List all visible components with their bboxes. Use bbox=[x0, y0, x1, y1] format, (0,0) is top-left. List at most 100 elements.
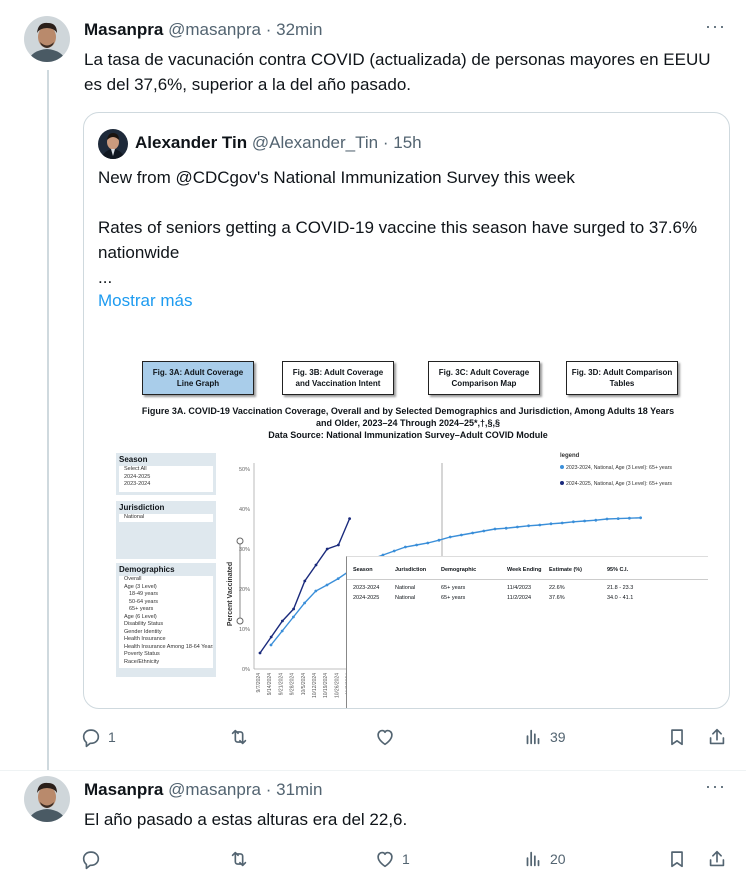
y-tick-label: 30% bbox=[239, 547, 250, 553]
avatar[interactable] bbox=[24, 776, 70, 822]
quoted-timestamp[interactable]: 15h bbox=[393, 133, 421, 152]
quoted-author-handle[interactable]: @Alexander_Tin bbox=[252, 133, 378, 152]
reply-button[interactable] bbox=[80, 844, 108, 874]
data-point bbox=[325, 547, 329, 551]
more-options-icon[interactable]: ··· bbox=[705, 16, 726, 37]
y-tick-label: 0% bbox=[242, 667, 250, 673]
data-point bbox=[314, 589, 318, 593]
tweet-text: El año pasado a estas alturas era del 22… bbox=[84, 810, 408, 829]
data-point bbox=[392, 549, 396, 553]
views-button[interactable]: 20 bbox=[522, 844, 566, 874]
series-line bbox=[259, 518, 351, 654]
views-button[interactable]: 39 bbox=[522, 722, 566, 752]
analytics-icon bbox=[526, 851, 540, 867]
quoted-header: Alexander Tin @Alexander_Tin · 15h bbox=[135, 133, 422, 153]
season-option: Select All bbox=[124, 466, 147, 472]
data-point bbox=[639, 516, 642, 520]
data-point bbox=[337, 543, 340, 547]
data-point bbox=[583, 519, 586, 523]
author-name[interactable]: Masanpra bbox=[84, 780, 163, 799]
x-tick-label: 9/14/2024 bbox=[267, 673, 273, 695]
data-point bbox=[281, 619, 284, 623]
timestamp[interactable]: 32min bbox=[276, 20, 322, 39]
data-point bbox=[516, 525, 519, 529]
data-point bbox=[404, 545, 407, 549]
separator-dot: · bbox=[265, 20, 272, 39]
legend-title: legend bbox=[560, 453, 580, 459]
bookmark-icon bbox=[671, 729, 683, 746]
y-tick-label: 20% bbox=[239, 587, 250, 593]
retweet-icon bbox=[231, 851, 247, 867]
heart-icon bbox=[377, 729, 393, 746]
data-point bbox=[269, 643, 273, 647]
jurisdiction-filter: Jurisdiction National bbox=[116, 501, 216, 559]
author-name[interactable]: Masanpra bbox=[84, 20, 163, 39]
retweet-icon bbox=[231, 729, 247, 745]
like-count: 1 bbox=[402, 851, 410, 867]
data-point bbox=[482, 529, 486, 533]
data-point bbox=[415, 543, 418, 547]
data-point bbox=[437, 538, 441, 542]
retweet-button[interactable] bbox=[228, 722, 256, 752]
data-point bbox=[258, 651, 262, 655]
data-point bbox=[292, 607, 295, 611]
data-point bbox=[325, 583, 329, 587]
tweet-header: Masanpra @masanpra · 31min bbox=[84, 780, 322, 800]
data-point bbox=[572, 520, 575, 524]
separator-dot: · bbox=[265, 780, 272, 799]
data-point bbox=[348, 517, 351, 520]
retweet-button[interactable] bbox=[228, 844, 256, 874]
tweet-actions: 1 20 bbox=[70, 844, 740, 874]
x-tick-label: 10/5/2024 bbox=[301, 673, 307, 695]
x-tick-label: 10/12/2024 bbox=[312, 673, 318, 698]
quoted-text: New from @CDCgov's National Immunization… bbox=[98, 168, 698, 287]
avatar[interactable] bbox=[24, 16, 70, 62]
show-more-link[interactable]: Mostrar más bbox=[98, 291, 192, 311]
reply-button[interactable]: 1 bbox=[80, 722, 116, 752]
estimate-table: Season Jurisdiction Demographic Week End… bbox=[346, 556, 708, 708]
author-handle[interactable]: @masanpra bbox=[168, 780, 261, 799]
data-point bbox=[594, 518, 598, 522]
season-option: 2024-2025 bbox=[124, 473, 151, 480]
views-count: 20 bbox=[550, 851, 566, 867]
attached-image[interactable]: Fig. 3A: Adult Coverage Line Graph Fig. 3… bbox=[108, 351, 708, 708]
like-button[interactable]: 1 bbox=[374, 844, 410, 874]
reply-icon bbox=[82, 851, 100, 870]
tweet-1[interactable]: Masanpra @masanpra · 32min ··· La tasa d… bbox=[0, 0, 746, 770]
data-point bbox=[303, 601, 306, 605]
like-button[interactable] bbox=[374, 722, 402, 752]
bookmark-button[interactable] bbox=[666, 844, 688, 874]
data-point bbox=[460, 533, 463, 537]
data-point bbox=[303, 579, 307, 583]
data-point bbox=[314, 563, 318, 567]
bookmark-button[interactable] bbox=[666, 722, 688, 752]
data-point bbox=[292, 615, 295, 619]
tweet-text: La tasa de vacunación contra COVID (actu… bbox=[84, 50, 711, 94]
fig-tab-3d: Fig. 3D: Adult Comparison Tables bbox=[566, 361, 678, 395]
quoted-avatar[interactable] bbox=[98, 129, 128, 159]
reply-icon bbox=[82, 729, 100, 748]
data-point bbox=[280, 629, 284, 633]
more-options-icon[interactable]: ··· bbox=[705, 776, 726, 797]
figure-title: Figure 3A. COVID-19 Vaccination Coverage… bbox=[141, 406, 675, 440]
share-button[interactable] bbox=[706, 844, 728, 874]
author-handle[interactable]: @masanpra bbox=[168, 20, 261, 39]
share-button[interactable] bbox=[706, 722, 728, 752]
season-filter: Season Select All 2024-2025 2023-2024 bbox=[116, 453, 216, 495]
y-tick-label: 10% bbox=[239, 627, 250, 633]
tweet-2[interactable]: Masanpra @masanpra · 31min ··· El año pa… bbox=[0, 770, 746, 880]
quoted-tweet[interactable]: Alexander Tin @Alexander_Tin · 15h New f… bbox=[83, 112, 730, 709]
x-tick-label: 9/28/2024 bbox=[290, 673, 296, 695]
timestamp[interactable]: 31min bbox=[276, 780, 322, 799]
data-point bbox=[426, 541, 430, 545]
fig-tab-3a: Fig. 3A: Adult Coverage Line Graph bbox=[142, 361, 254, 395]
share-icon bbox=[709, 850, 725, 867]
data-point bbox=[269, 635, 273, 639]
bookmark-icon bbox=[671, 851, 683, 868]
tweet-actions: 1 39 bbox=[70, 722, 740, 752]
data-point bbox=[493, 527, 497, 531]
data-point bbox=[336, 577, 340, 580]
data-point bbox=[448, 535, 452, 539]
separator-dot: · bbox=[382, 133, 389, 152]
quoted-author-name[interactable]: Alexander Tin bbox=[135, 133, 247, 152]
